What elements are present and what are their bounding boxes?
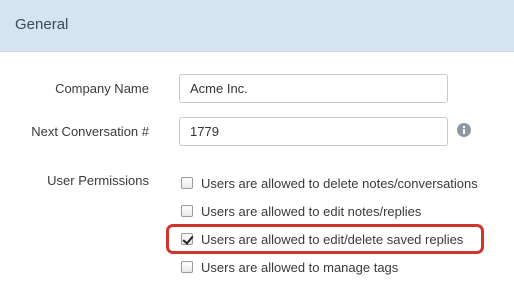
next-conversation-label: Next Conversation # <box>31 124 149 139</box>
user-permissions-label: User Permissions <box>47 173 149 188</box>
permission-checkbox[interactable] <box>181 205 193 217</box>
permission-manage-tags[interactable]: Users are allowed to manage tags <box>181 258 398 276</box>
permission-label: Users are allowed to delete notes/conver… <box>201 175 478 191</box>
permission-label: Users are allowed to edit notes/replies <box>201 203 422 219</box>
panel-title: General <box>15 16 69 33</box>
permission-checkbox[interactable] <box>181 177 193 189</box>
company-name-input[interactable] <box>179 74 448 103</box>
info-icon[interactable] <box>457 123 471 137</box>
permission-checkbox[interactable] <box>181 261 193 273</box>
panel-header: General <box>0 0 514 52</box>
settings-panel: General Company Name Next Conversation #… <box>0 0 514 294</box>
permission-delete-notes[interactable]: Users are allowed to delete notes/conver… <box>181 174 478 192</box>
permission-label: Users are allowed to manage tags <box>201 259 399 275</box>
permission-edit-notes[interactable]: Users are allowed to edit notes/replies <box>181 202 421 220</box>
next-conversation-input[interactable] <box>179 117 448 146</box>
company-name-label: Company Name <box>55 81 149 96</box>
highlight-annotation <box>166 224 484 254</box>
